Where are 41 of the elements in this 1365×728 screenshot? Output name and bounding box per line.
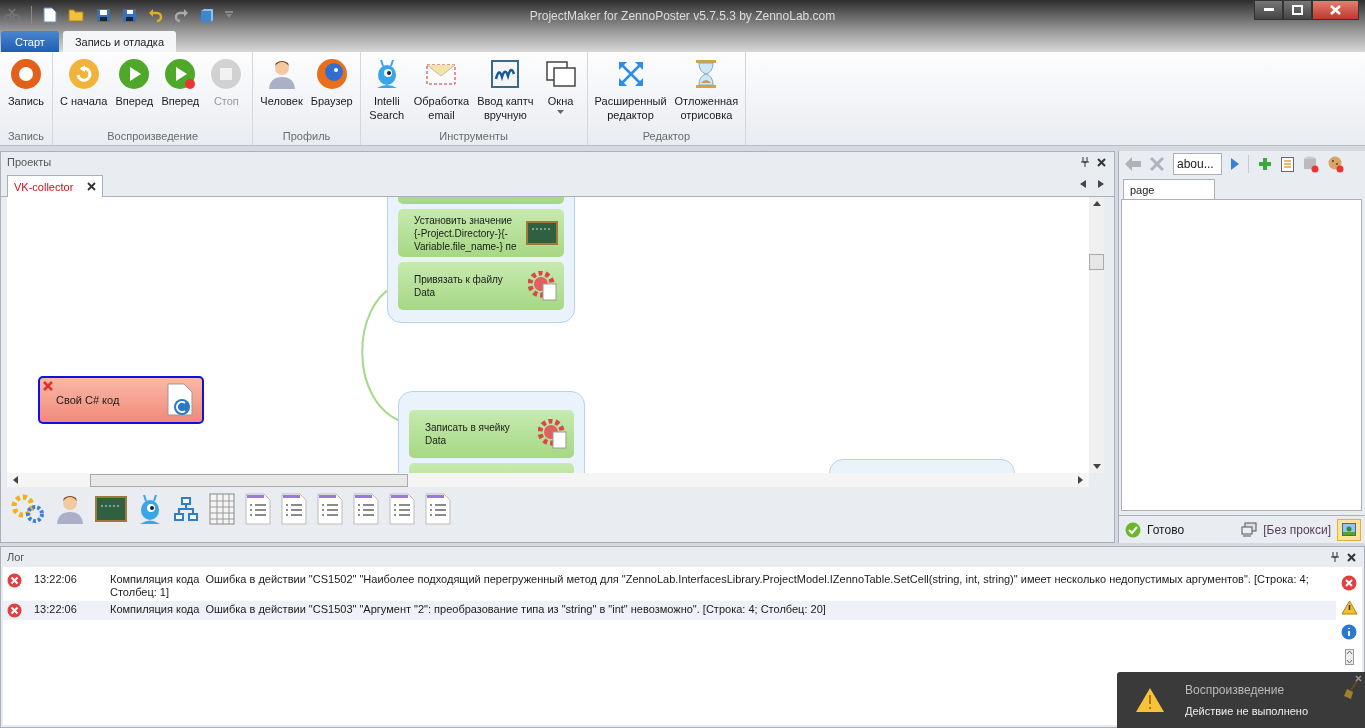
ribbon-button[interactable]: Запись bbox=[4, 58, 48, 130]
document-tab[interactable]: VK-collector bbox=[7, 175, 104, 197]
ribbon-tab[interactable]: Запись и отладка bbox=[62, 31, 177, 52]
browser-tab[interactable]: page bbox=[1123, 179, 1215, 199]
ribbon-button[interactable]: Расширенный редактор bbox=[591, 58, 670, 130]
ribbon-button[interactable]: Браузер bbox=[307, 58, 356, 130]
log-time: 13:22:06 bbox=[33, 603, 78, 616]
action-label: Свой C# код bbox=[56, 393, 121, 407]
ribbon-group-label: Инструменты bbox=[438, 130, 509, 144]
ribbon-group-label: Редактор bbox=[641, 130, 691, 144]
action-node[interactable]: Записать в ячейку Data bbox=[409, 410, 574, 458]
ribbon-button[interactable]: С начала bbox=[57, 58, 111, 130]
ribbon-group-label: Запись bbox=[6, 130, 46, 144]
ribbon-group-label: Воспроизведение bbox=[106, 130, 200, 144]
ribbon-button[interactable]: Человек bbox=[257, 58, 306, 130]
action-label: Записать в ячейку Data bbox=[425, 421, 511, 447]
action-node[interactable]: Свой C# код bbox=[38, 376, 204, 424]
toast-message: Действие не выполнено bbox=[1185, 705, 1309, 717]
ribbon-group-label: Профиль bbox=[281, 130, 332, 144]
proxy-status[interactable]: [Без прокси] bbox=[1263, 522, 1331, 537]
log-message: Компиляция кода Ошибка в действии "CS1503" "Аргумент "2": преобразование типа из "string" в "int" невозможно". [Строка: 4; Столбец: 20] bbox=[110, 603, 827, 616]
address-field[interactable]: abou... bbox=[1173, 153, 1222, 175]
ribbon-button[interactable]: Ввод каптч вручную bbox=[474, 58, 537, 130]
window-title: ProjectMaker for ZennoPoster v5.7.5.3 by ZennoLab.com bbox=[529, 9, 836, 23]
ribbon-button[interactable]: Обработка email bbox=[410, 58, 473, 130]
ribbon-button[interactable]: Отложенная отрисовка bbox=[671, 58, 742, 130]
log-message: Компиляция кода Ошибка в действии "CS1502" "Наиболее подходящий перегруженный метод для "ZennoLab.InterfacesLibrary.ProjectModel.IZennoTable.SetCell(string, int, string)" имеет несколько недопустимых аргументов". [Строка: 4; Столбец: 1] bbox=[110, 573, 1310, 599]
action-label: Привязать к файлу Data bbox=[414, 273, 504, 299]
ribbon-button[interactable]: Вперед bbox=[158, 58, 203, 130]
status-text: Готово bbox=[1147, 522, 1185, 537]
action-node[interactable]: Установить значение {-Project.Directory-}{-Variable.file_name-} пе bbox=[398, 209, 564, 257]
log-time: 13:22:06 bbox=[33, 573, 78, 586]
ribbon-tab[interactable]: Старт bbox=[1, 31, 59, 52]
toast-title: Воспроизведение bbox=[1185, 683, 1286, 697]
panel-title: Лог bbox=[7, 551, 25, 563]
ribbon-button[interactable]: Вперед bbox=[112, 58, 157, 130]
action-label: Установить значение {-Project.Directory-}{-Variable.file_name-} пе bbox=[414, 213, 518, 253]
ribbon-button[interactable]: Окна bbox=[538, 58, 583, 130]
ribbon-button[interactable]: Intelli Search bbox=[364, 58, 409, 130]
action-node[interactable]: Привязать к файлу Data bbox=[398, 262, 564, 310]
panel-title: Проекты bbox=[7, 156, 52, 168]
